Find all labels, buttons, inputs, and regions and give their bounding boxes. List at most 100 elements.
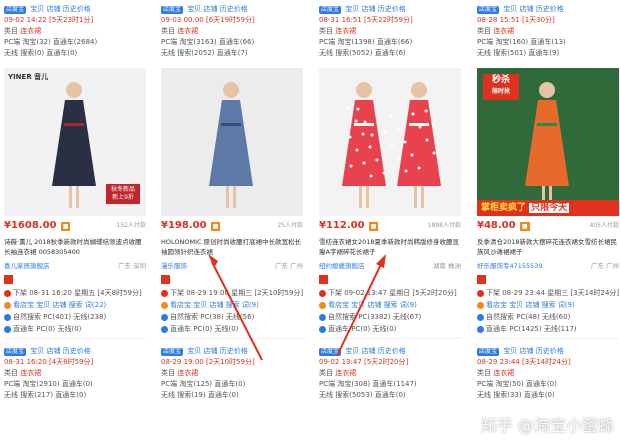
lower-pc: PC端 淘宝(2910) 直通车(0) bbox=[4, 380, 93, 388]
search-icon bbox=[477, 313, 484, 321]
dress-pattern-dot bbox=[390, 143, 394, 147]
dress-pattern-dot bbox=[396, 127, 400, 131]
stat-ztc-text: 直通车 PC(0) 无线(0) bbox=[170, 325, 239, 333]
tool-shop[interactable]: 店铺 bbox=[519, 347, 533, 355]
tool-shop[interactable]: 店铺 bbox=[361, 347, 375, 355]
tool-item[interactable]: 宝贝 bbox=[187, 347, 201, 355]
category-value[interactable]: 连衣裙 bbox=[177, 27, 198, 35]
tool-dudubao[interactable]: 店度宝 bbox=[319, 6, 342, 14]
tool-item[interactable]: 宝贝 bbox=[503, 5, 517, 13]
shop-name[interactable]: 纽约嬷嬷旗舰店 bbox=[319, 262, 365, 270]
lower-wireless: 无线 搜索(5053) 直通车(0) bbox=[319, 391, 406, 399]
model-leg bbox=[226, 186, 229, 208]
lower-time: 09-02 13:47 [5天2时20分] bbox=[319, 358, 409, 366]
tool-shop[interactable]: 店铺 bbox=[519, 5, 533, 13]
tool-price-history[interactable]: 历史价格 bbox=[63, 5, 91, 13]
product-image[interactable]: 秒杀 限时抢 掌柜卖疯了 只限今天 bbox=[477, 68, 619, 216]
tool-shop[interactable]: 店铺 bbox=[46, 347, 60, 355]
category-value[interactable]: 连衣裙 bbox=[20, 369, 41, 377]
tool-price-history[interactable]: 历史价格 bbox=[220, 347, 248, 355]
model-belt bbox=[537, 123, 557, 126]
product-photo bbox=[342, 82, 441, 208]
category-row: 类目 连衣裙 bbox=[4, 26, 147, 37]
category-value[interactable]: 连衣裙 bbox=[20, 27, 41, 35]
product-image[interactable]: YINER 音儿 秋冬新品 新上9折 bbox=[4, 68, 146, 216]
stat-natural-text: 自然搜索 PC(401) 无线(238) bbox=[13, 313, 107, 321]
lower-info: 店度宝 宝贝 店铺 历史价格 09-02 13:47 [5天2时20分] 类目 … bbox=[315, 342, 465, 401]
tool-shop[interactable]: 店铺 bbox=[203, 347, 217, 355]
stat-tools-text[interactable]: 看店宝 宝贝 店铺 搜索 词(22) bbox=[13, 301, 106, 309]
tmall-icon[interactable] bbox=[4, 275, 13, 284]
tmall-icon[interactable] bbox=[477, 275, 486, 284]
pc-row: PC端 淘宝(160) 直通车(13) bbox=[477, 38, 566, 46]
tmall-icon[interactable] bbox=[161, 275, 170, 284]
tool-dudubao[interactable]: 店度宝 bbox=[4, 348, 27, 356]
category-value[interactable]: 连衣裙 bbox=[493, 369, 514, 377]
toolbar-row: 店度宝 宝贝 店铺 历史价格 bbox=[477, 4, 620, 15]
divider bbox=[319, 338, 461, 339]
category-value[interactable]: 连衣裙 bbox=[335, 27, 356, 35]
category-value[interactable]: 连衣裙 bbox=[335, 369, 356, 377]
paid-count: 25人付款 bbox=[277, 222, 303, 229]
tool-item[interactable]: 宝贝 bbox=[345, 347, 359, 355]
model-dress bbox=[342, 100, 386, 186]
tool-dudubao[interactable]: 店度宝 bbox=[319, 348, 342, 356]
stat-tools-text[interactable]: 看店宝 宝贝 店铺 搜索 词(9) bbox=[170, 301, 259, 309]
top-time: 09-03 00:00 [6天19时59分] bbox=[161, 16, 255, 24]
tool-item[interactable]: 宝贝 bbox=[30, 347, 44, 355]
down-time-text: 下架 09-02 13:47 星期日 [5天2时20分] bbox=[328, 289, 457, 297]
tool-dudubao[interactable]: 店度宝 bbox=[477, 348, 500, 356]
model-leg bbox=[76, 186, 79, 208]
icon-row bbox=[0, 273, 150, 287]
category-value[interactable]: 连衣裙 bbox=[493, 27, 514, 35]
tool-dudubao[interactable]: 店度宝 bbox=[477, 6, 500, 14]
toolbar-row: 店度宝 宝贝 店铺 历史价格 bbox=[161, 4, 304, 15]
tool-item[interactable]: 宝贝 bbox=[30, 5, 44, 13]
tool-dudubao[interactable]: 店度宝 bbox=[4, 6, 27, 14]
paid-count: 1898人付款 bbox=[427, 222, 461, 229]
product-image[interactable] bbox=[319, 68, 461, 216]
stat-tools-text[interactable]: 看店宝 宝贝 店铺 搜索 词(9) bbox=[486, 301, 575, 309]
stat-tools: 看店宝 宝贝 店铺 搜索 词(9) bbox=[319, 299, 461, 311]
tool-price-history[interactable]: 历史价格 bbox=[536, 5, 564, 13]
tool-price-history[interactable]: 历史价格 bbox=[220, 5, 248, 13]
dress-pattern-dot bbox=[361, 132, 365, 136]
tool-dudubao[interactable]: 店度宝 bbox=[161, 348, 184, 356]
product-title[interactable]: 诗薇·薰儿 2018秋季新款时尚蝴蝶结领波点收腰长袖连衣裙 0058305400 bbox=[0, 237, 150, 259]
top-time: 08-31 16:51 [5天22时59分] bbox=[319, 16, 413, 24]
product-title[interactable]: 反季清仓2018新款大摆碎花连衣裙女雪纺长裙民族风沙滩裙裙子 bbox=[473, 237, 620, 259]
model-belt bbox=[354, 123, 374, 126]
category-label: 类目 bbox=[161, 27, 175, 35]
dress-pattern-dot bbox=[418, 125, 422, 129]
tmall-icon[interactable] bbox=[319, 275, 328, 284]
tool-dudubao[interactable]: 店度宝 bbox=[161, 6, 184, 14]
lower-wireless: 无线 搜索(33) 直通车(0) bbox=[477, 391, 555, 399]
product-title[interactable]: HOLONOMIC 原创时尚收腰打底裙中长款宽松长袖圆领针织连衣裙 bbox=[157, 237, 307, 259]
category-value[interactable]: 连衣裙 bbox=[177, 369, 198, 377]
tool-shop[interactable]: 店铺 bbox=[203, 5, 217, 13]
tool-item[interactable]: 宝贝 bbox=[187, 5, 201, 13]
tool-price-history[interactable]: 历史价格 bbox=[63, 347, 91, 355]
tool-shop[interactable]: 店铺 bbox=[46, 5, 60, 13]
shop-name[interactable]: 喜儿家居旗舰店 bbox=[4, 262, 50, 270]
tool-item[interactable]: 宝贝 bbox=[345, 5, 359, 13]
tool-price-history[interactable]: 历史价格 bbox=[536, 347, 564, 355]
product-image[interactable] bbox=[161, 68, 303, 216]
tool-shop[interactable]: 店铺 bbox=[361, 5, 375, 13]
banner-right: 只限今天 bbox=[529, 203, 570, 213]
tool-item[interactable]: 宝贝 bbox=[503, 347, 517, 355]
dress-pattern-dot bbox=[362, 161, 366, 165]
tool-price-history[interactable]: 历史价格 bbox=[378, 347, 406, 355]
shop-name[interactable]: 好乐服饰专47155539 bbox=[477, 262, 543, 270]
lower-wireless: 无线 搜索(19) 直通车(0) bbox=[161, 391, 239, 399]
price-row: ¥112.00 ■ 1898人付款 bbox=[315, 219, 465, 233]
lower-toolbar: 店度宝 宝贝 店铺 历史价格 bbox=[319, 346, 461, 357]
product-title[interactable]: 雪纺连衣裙女2018夏季新款时尚韩版修身收腰显瘦A字裙碎花长裙子 bbox=[315, 237, 465, 259]
clock-icon bbox=[477, 289, 484, 297]
stat-natural: 自然搜索 PC(38) 无线(56) bbox=[161, 311, 303, 323]
stat-tools-text[interactable]: 看店宝 宝贝 店铺 搜索 词(9) bbox=[328, 301, 417, 309]
shop-name[interactable]: 漫乐服饰 bbox=[161, 262, 187, 270]
stat-natural-text: 自然搜索 PC(3382) 无线(67) bbox=[328, 313, 422, 321]
tool-price-history[interactable]: 历史价格 bbox=[378, 5, 406, 13]
lower-category: 类目 连衣裙 bbox=[319, 368, 461, 379]
